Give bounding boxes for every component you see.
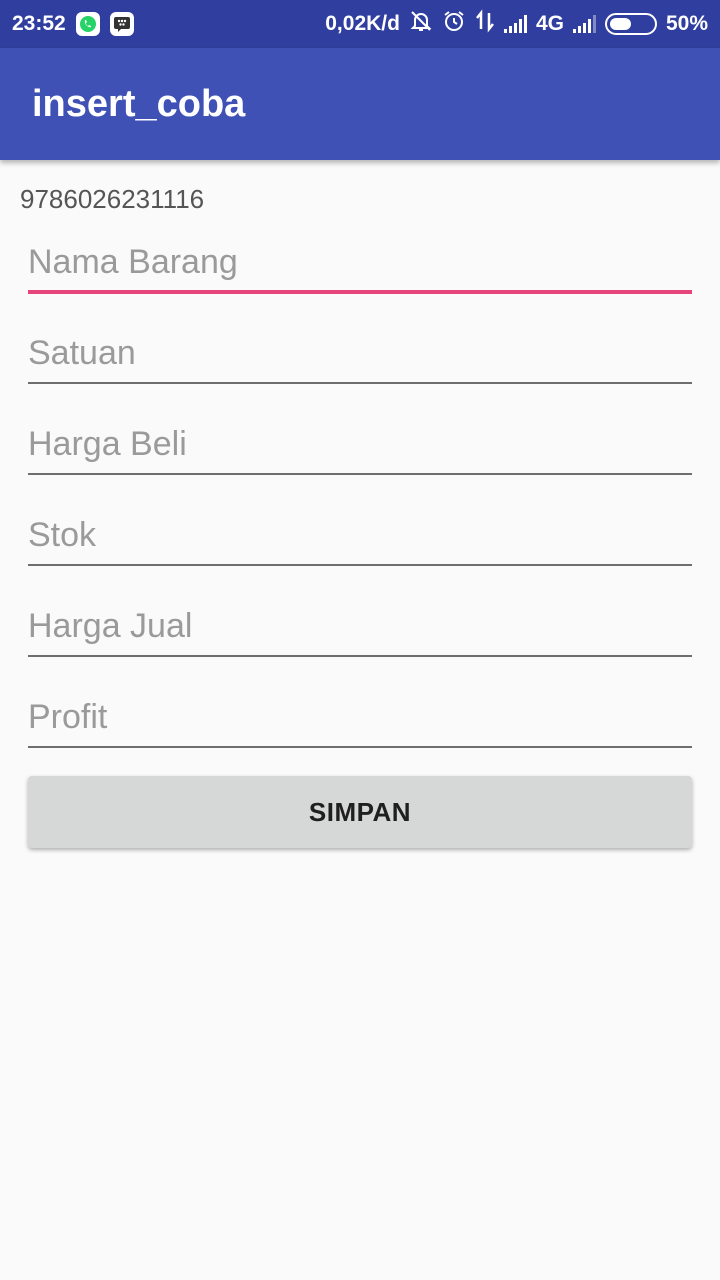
status-time: 23:52 bbox=[12, 12, 66, 35]
battery-level bbox=[609, 18, 631, 30]
battery-icon bbox=[604, 13, 657, 35]
status-bar-right: 0,02K/d 4G 50% bbox=[325, 9, 708, 39]
harga-jual-input[interactable] bbox=[28, 597, 692, 655]
harga-beli-field[interactable] bbox=[28, 415, 692, 475]
profit-field[interactable] bbox=[28, 688, 692, 748]
whatsapp-icon bbox=[75, 12, 100, 36]
stok-field[interactable] bbox=[28, 506, 692, 566]
nama-barang-field[interactable] bbox=[28, 234, 692, 294]
page-title: insert_coba bbox=[32, 82, 246, 125]
harga-jual-field[interactable] bbox=[28, 597, 692, 657]
profit-input[interactable] bbox=[28, 688, 692, 746]
stok-input[interactable] bbox=[28, 506, 692, 564]
alarm-icon bbox=[442, 9, 466, 39]
status-bar-left: 23:52 bbox=[12, 12, 134, 36]
harga-beli-input[interactable] bbox=[28, 415, 692, 473]
net-speed: 0,02K/d bbox=[325, 12, 400, 35]
simpan-button[interactable]: SIMPAN bbox=[28, 776, 692, 848]
network-type: 4G bbox=[535, 12, 564, 35]
bbm-icon bbox=[109, 12, 134, 36]
satuan-field[interactable] bbox=[28, 324, 692, 384]
nama-barang-input[interactable] bbox=[28, 234, 692, 290]
signal-icon bbox=[503, 15, 527, 33]
data-transfer-icon bbox=[475, 9, 495, 39]
signal-icon bbox=[572, 15, 596, 33]
battery-percent: 50% bbox=[665, 12, 708, 35]
app-toolbar: insert_coba bbox=[0, 48, 720, 160]
barcode-text: 9786026231116 bbox=[20, 184, 205, 214]
satuan-input[interactable] bbox=[28, 324, 692, 382]
notifications-off-icon bbox=[409, 9, 433, 39]
status-bar: 23:52 0,02K/d 4G 50% bbox=[0, 0, 720, 48]
